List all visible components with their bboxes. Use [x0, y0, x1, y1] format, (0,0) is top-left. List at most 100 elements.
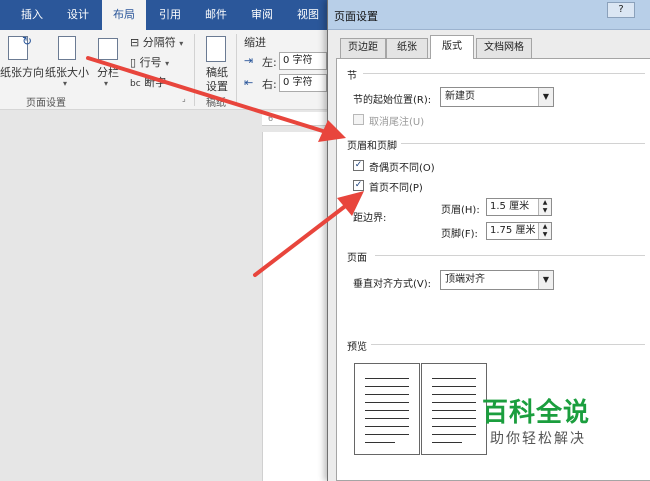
- page-heading: 页面: [347, 253, 367, 264]
- preview-line: [432, 394, 476, 395]
- columns-label: 分栏: [97, 66, 119, 79]
- section-divider: [363, 73, 645, 74]
- hyphenation-button[interactable]: bc 断字: [130, 74, 166, 90]
- dialog-title: 页面设置: [334, 10, 378, 23]
- tab-margins[interactable]: 页边距: [340, 38, 386, 58]
- dialog-launcher-icon[interactable]: ⌟: [182, 94, 186, 103]
- section-start-value: 新建页: [445, 91, 475, 102]
- header-distance-value: 1.5 厘米: [490, 201, 530, 212]
- header-footer-heading: 页眉和页脚: [347, 141, 397, 152]
- preview-line: [432, 434, 476, 435]
- section-start-select[interactable]: 新建页 ▼: [440, 87, 554, 107]
- draft-paper-icon: [206, 36, 226, 62]
- chevron-down-icon: ▾: [165, 59, 170, 68]
- tab-review[interactable]: 审阅: [240, 0, 284, 30]
- line-numbers-label: 行号: [139, 56, 162, 69]
- suppress-endnotes-checkbox[interactable]: [353, 114, 364, 125]
- preview-left-page: [354, 363, 420, 455]
- dialog-titlebar[interactable]: 页面设置 ?: [328, 0, 650, 30]
- preview-line: [365, 410, 409, 411]
- tab-layout[interactable]: 布局: [102, 0, 146, 30]
- tab-view[interactable]: 视图: [286, 0, 330, 30]
- breaks-label: 分隔符: [142, 36, 176, 49]
- preview-line: [365, 394, 409, 395]
- section-heading: 节: [347, 71, 357, 82]
- page-setup-group-label: 页面设置: [26, 98, 66, 109]
- preview-line: [365, 378, 409, 379]
- breaks-button[interactable]: ⊟ 分隔符 ▾: [130, 34, 183, 50]
- preview-divider: [371, 344, 645, 345]
- chevron-down-icon: ▼: [538, 271, 553, 289]
- odd-even-label: 奇偶页不同(O): [369, 163, 435, 174]
- tab-references[interactable]: 引用: [148, 0, 192, 30]
- preview-line: [365, 386, 409, 387]
- preview-right-page: [421, 363, 487, 455]
- group-separator: [236, 34, 237, 106]
- preview-heading: 预览: [347, 342, 367, 353]
- tab-insert[interactable]: 插入: [10, 0, 54, 30]
- header-footer-divider: [401, 143, 645, 144]
- line-numbers-icon: ▯: [130, 56, 137, 69]
- indent-left-label: 左:: [262, 56, 277, 69]
- indent-right-field[interactable]: 0 字符: [279, 74, 327, 92]
- document-page[interactable]: [262, 132, 332, 481]
- footer-distance-label: 页脚(F):: [441, 229, 478, 240]
- preview-line: [432, 410, 476, 411]
- breaks-icon: ⊟: [130, 36, 140, 49]
- preview-line: [432, 378, 476, 379]
- suppress-endnotes-label: 取消尾注(U): [369, 117, 425, 128]
- first-page-checkbox[interactable]: ✓: [353, 180, 364, 191]
- preview-line: [365, 442, 395, 443]
- draft-group-label: 稿纸: [206, 98, 226, 109]
- header-distance-input[interactable]: 1.5 厘米 ▲ ▼: [486, 198, 552, 216]
- preview-line: [365, 434, 409, 435]
- orientation-label: 纸张方向: [0, 66, 44, 79]
- paper-size-icon: [58, 36, 76, 60]
- indent-left-icon: ⇥: [244, 54, 254, 67]
- watermark-tagline: 助你轻松解决: [490, 431, 586, 447]
- indent-left-field[interactable]: 0 字符: [279, 52, 327, 70]
- from-edge-label: 距边界:: [353, 213, 387, 224]
- vertical-align-select[interactable]: 顶端对齐 ▼: [440, 270, 554, 290]
- hyphenation-label: 断字: [144, 76, 167, 89]
- chevron-down-icon: ▾: [179, 39, 184, 48]
- indent-right-label: 右:: [262, 78, 277, 91]
- preview-line: [432, 386, 476, 387]
- header-distance-label: 页眉(H):: [441, 205, 480, 216]
- tab-design[interactable]: 设计: [56, 0, 100, 30]
- spin-updown-icon[interactable]: ▲ ▼: [538, 223, 551, 239]
- preview-line: [432, 426, 476, 427]
- tab-mailings[interactable]: 邮件: [194, 0, 238, 30]
- help-button[interactable]: ?: [607, 2, 635, 18]
- preview-line: [365, 426, 409, 427]
- indent-right-icon: ⇤: [244, 76, 254, 89]
- hyphenation-icon: bc: [130, 79, 141, 89]
- size-label: 纸张大小: [45, 66, 89, 79]
- footer-distance-value: 1.75 厘米: [490, 225, 536, 236]
- preview-line: [365, 418, 409, 419]
- line-numbers-button[interactable]: ▯ 行号 ▾: [130, 54, 169, 70]
- columns-icon: [98, 38, 118, 60]
- vertical-align-label: 垂直对齐方式(V):: [353, 279, 432, 290]
- preview-line: [432, 402, 476, 403]
- indent-label: 缩进: [244, 36, 266, 49]
- preview-line: [432, 442, 462, 443]
- tab-paper[interactable]: 纸张: [386, 38, 428, 58]
- odd-even-checkbox[interactable]: ✓: [353, 160, 364, 171]
- preview-line: [365, 402, 409, 403]
- preview-line: [432, 418, 476, 419]
- footer-distance-input[interactable]: 1.75 厘米 ▲ ▼: [486, 222, 552, 240]
- spin-updown-icon[interactable]: ▲ ▼: [538, 199, 551, 215]
- chevron-down-icon: ▾: [63, 79, 68, 88]
- chevron-down-icon: ▾: [104, 79, 109, 88]
- chevron-down-icon: ▼: [538, 88, 553, 106]
- tab-document-grid[interactable]: 文档网格: [476, 38, 532, 58]
- ruler: 6: [262, 112, 332, 126]
- group-separator: [194, 34, 195, 106]
- page-divider: [375, 255, 645, 256]
- draft-label-line2: 设置: [206, 80, 228, 93]
- section-start-label: 节的起始位置(R):: [353, 95, 432, 106]
- tab-layout-dialog[interactable]: 版式: [430, 35, 474, 59]
- watermark-logo-text: 百科全说: [482, 398, 591, 428]
- vertical-align-value: 顶端对齐: [445, 274, 485, 285]
